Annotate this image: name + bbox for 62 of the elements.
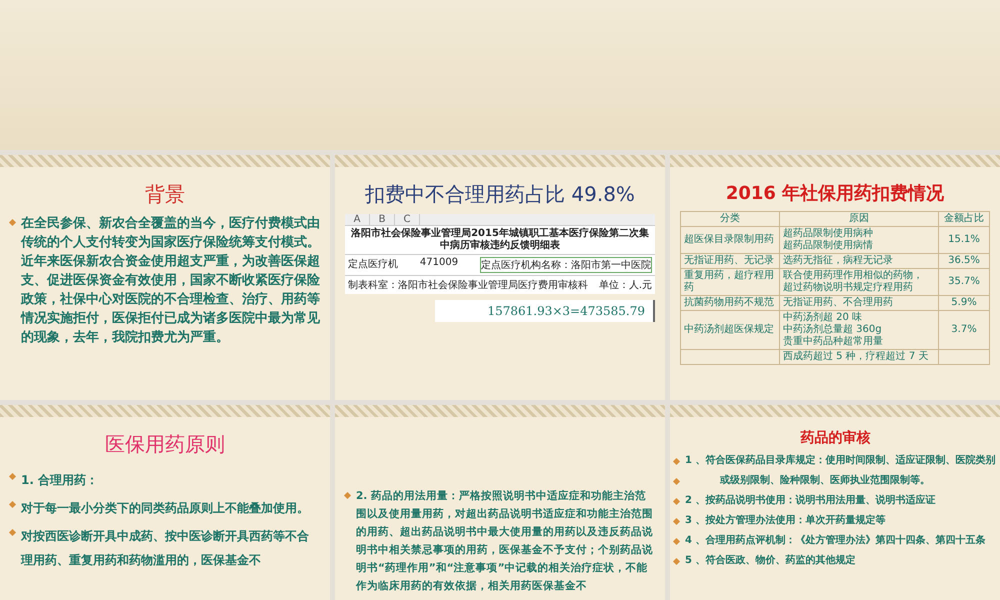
table-cell: 西成药超过 5 种，疗程超过 7 天 bbox=[780, 350, 938, 364]
table-cell: 超医保目录限制用药 bbox=[680, 226, 780, 254]
bullet-text: 在全民参保、新农合全覆盖的当今，医疗付费模式由传统的个人支付转变为国家医疗保险统筹支付模式。近年来医保新农合资金使用超支严重，为改善医保超支、促进医保资金有效使用，国家不断收紧医疗保险政策，社保中心对医院的不合理检查、治疗、用药等情况实施拒付，医保拒付已成为诸多医院中最为常见的现象，去年，我院扣费尤为严重。 bbox=[21, 214, 320, 347]
slide-thumbnail[interactable]: 2. 药品的用法用量：严格按照说明书中适应症和功能主治范围以及使用量用药，对超出药品说明书适应症和功能主治范围的用药、超出药品说明书中最大使用量的用药以及违反药品说明书中相关禁忌事项的用药，医保基金不予支付；个别药品说明书“药理作用”和“注意事项”中记载的相关治疗症状，不能作为临床用药的有效依据，相关用药医保基金不 bbox=[335, 405, 665, 600]
table-cell: 35.7% bbox=[938, 268, 990, 296]
slide-title: 医保用药原则 bbox=[104, 431, 226, 458]
bullet-text: 1 、符合医保药品目录库规定：使用时间限制、适应证限制、医院类别 bbox=[685, 453, 996, 468]
bullet-icon bbox=[672, 498, 680, 506]
table-cell: 3.7% bbox=[938, 310, 990, 350]
cell-text: 471009 bbox=[420, 257, 458, 270]
bullet-text: 4 、合理用药点评机制：《处方管理办法》第四十四条、第四十五条 bbox=[685, 533, 986, 548]
slide-title: 2016 年社保用药扣费情况 bbox=[724, 182, 946, 205]
table-cell: 超药品限制使用病种 超药品限制使用病情 bbox=[780, 226, 938, 254]
table-cell: 选药无指征，病程无记录 bbox=[780, 254, 938, 268]
slide-thumbnail[interactable]: 背景 在全民参保、新农合全覆盖的当今，医疗付费模式由传统的个人支付转变为国家医疗保险统筹支付模式。近年来医保新农合资金使用超支严重，为改善医保超支、促进医保资金有效使用，国家不断收紧医疗保险政策，社保中心对医院的不合理检查、治疗、用药等情况实施拒付，医保拒付已成为诸多医院中最为常见的现象，去年，我院扣费尤为严重。 bbox=[0, 155, 330, 400]
column-header: B bbox=[370, 214, 395, 225]
column-header: 原因 bbox=[780, 212, 938, 226]
bullet-text: 对按西医诊断开具中成药、按中医诊断开具西药等不合理用药、重复用药和药物滥用的，医保基金不 bbox=[21, 528, 310, 569]
table-cell: 无指证用药、不合理用药 bbox=[780, 296, 938, 310]
bullet-icon bbox=[8, 218, 16, 226]
bullet-icon bbox=[672, 458, 680, 466]
bullet-icon bbox=[672, 558, 680, 566]
table-cell: 中药汤剂超 20 味 中药汤剂总量超 360g 贵重中药品种超常用量 bbox=[780, 310, 938, 350]
bullet-text: 2. 药品的用法用量：严格按照说明书中适应症和功能主治范围以及使用量用药，对超出药品说明书适应症和功能主治范围的用药、超出药品说明书中最大使用量的用药以及违反药品说明书中相关禁忌事项的用药，医保基金不予支付；个别药品说明书“药理作用”和“注意事项”中记载的相关治疗症状，不能作为临床用药的有效依据，相关用药医保基金不 bbox=[356, 488, 654, 594]
bullet-icon bbox=[672, 478, 680, 486]
table-cell: 联合使用药理作用相似的药物， 超过药物说明书规定疗程用药 bbox=[780, 268, 938, 296]
cell-text: 定点医疗机 bbox=[348, 258, 398, 272]
bullet-text: 或级别限制、险种限制、医师执业范围限制等。 bbox=[718, 474, 930, 488]
bullet-text: 2 、按药品说明书使用：说明书用法用量、说明书适应证 bbox=[685, 493, 936, 508]
table-cell: 15.1% bbox=[938, 226, 990, 254]
cell-text: 定点医疗机构名称：洛阳市第一中医院 bbox=[480, 257, 652, 273]
table-cell: 抗菌药物用药不规范 bbox=[680, 296, 780, 310]
slide-thumbnail[interactable]: 药品的审核 1 、符合医保药品目录库规定：使用时间限制、适应证限制、医院类别 或级别限制、险种限制、医师执业范围限制等。 2 、按药品说明书使用：说明书用法用量、说明书适应证 3 、按处方管理办法使用：单次开药量规定等 4 、合理用药点评机制：《处方管理办法》第四十四条、第四十五条 5 、符合医政、物价、药监的其他规定 bbox=[670, 405, 1000, 600]
table-cell: 重复用药，超疗程用药 bbox=[680, 268, 780, 296]
bullet-icon bbox=[344, 492, 352, 500]
bullet-text: 5 、符合医政、物价、药监的其他规定 bbox=[685, 553, 856, 568]
slide-title: 背景 bbox=[144, 181, 186, 208]
slide-title: 扣费中不合理用药占比 49.8% bbox=[364, 181, 636, 208]
sheet-heading: 洛阳市社会保险事业管理局2015年城镇职工基本医疗保险第二次集中病历审核违约反馈明细表 bbox=[350, 226, 650, 253]
slide-thumbnail[interactable] bbox=[670, 155, 1000, 400]
bullet-icon bbox=[8, 528, 16, 536]
cell-text: 制表科室：洛阳市社会保险事业管理局医疗费用审核科 bbox=[348, 278, 588, 292]
column-header: C bbox=[395, 214, 420, 225]
slide-thumbnail[interactable]: 扣费中不合理用药占比 49.8% A B C 洛阳市社会保险事业管理局2015年城镇职工基本医疗保险第二次集中病历审核违约反馈明细表 定点医疗机 471009 定点医疗机构名称：洛阳市第一中医院 制表科室：洛阳市社会保险事业管理局医疗费用审核科 单位：人.元 157861.93×3=473585.79 bbox=[335, 155, 665, 400]
column-header: 分类 bbox=[680, 212, 780, 226]
slide-title: 药品的审核 bbox=[800, 429, 872, 447]
bullet-icon bbox=[672, 518, 680, 526]
column-header: A bbox=[345, 214, 370, 225]
bullet-text: 对于每一最小分类下的同类药品原则上不能叠加使用。 bbox=[21, 500, 309, 517]
table-cell: 5.9% bbox=[938, 296, 990, 310]
bullet-text: 3 、按处方管理办法使用：单次开药量规定等 bbox=[685, 513, 886, 528]
bullet-icon bbox=[8, 472, 16, 480]
table-cell: 无指证用药、无记录 bbox=[680, 254, 780, 268]
formula-cell: 157861.93×3=473585.79 bbox=[435, 300, 655, 322]
bullet-icon bbox=[8, 500, 16, 508]
bullet-text: 1. 合理用药： bbox=[21, 472, 98, 489]
table-cell: 中药汤剂超医保规定 bbox=[680, 310, 780, 350]
column-header: 金额占比 bbox=[938, 212, 990, 226]
cell-text: 单位：人.元 bbox=[598, 278, 652, 292]
bullet-icon bbox=[672, 538, 680, 546]
slide-thumbnail[interactable]: 医保用药原则 1. 合理用药： 对于每一最小分类下的同类药品原则上不能叠加使用。 对按西医诊断开具中成药、按中医诊断开具西药等不合理用药、重复用药和药物滥用的，医保基金不 bbox=[0, 405, 330, 600]
table-cell: 36.5% bbox=[938, 254, 990, 268]
